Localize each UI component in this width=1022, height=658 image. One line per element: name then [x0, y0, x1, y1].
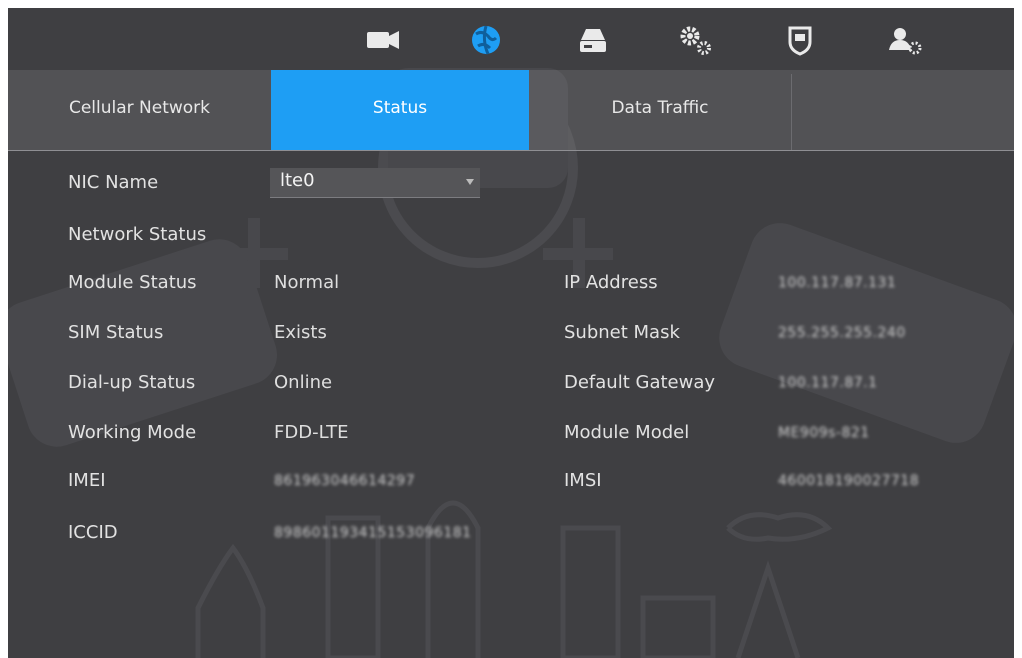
- imsi-label: IMSI: [564, 470, 602, 491]
- subnet-mask-label: Subnet Mask: [564, 322, 680, 343]
- tab-cellular-network[interactable]: Cellular Network: [8, 70, 271, 150]
- working-mode-label: Working Mode: [68, 422, 197, 443]
- nic-name-label: NIC Name: [68, 172, 159, 193]
- ip-address-label: IP Address: [564, 272, 658, 293]
- module-model-value: ME909s-821: [778, 425, 870, 441]
- tab-data-traffic[interactable]: Data Traffic: [529, 70, 791, 150]
- dial-up-status-label: Dial-up Status: [68, 372, 196, 393]
- account-settings-icon[interactable]: [885, 22, 925, 58]
- network-icon[interactable]: [466, 22, 506, 58]
- dial-up-status-value: Online: [274, 372, 333, 393]
- network-status-heading: Network Status: [68, 224, 207, 245]
- system-settings-icon[interactable]: [676, 22, 716, 58]
- chevron-down-icon: [466, 179, 474, 185]
- iccid-value: 898601193415153096181: [274, 525, 472, 541]
- ip-address-value: 100.117.87.131: [778, 275, 897, 291]
- nic-name-value: lte0: [280, 170, 315, 191]
- default-gateway-label: Default Gateway: [564, 372, 716, 393]
- tab-status[interactable]: Status: [271, 70, 529, 150]
- imei-value: 861963046614297: [274, 473, 416, 489]
- default-gateway-value: 100.117.87.1: [778, 375, 878, 391]
- security-shield-icon[interactable]: [780, 22, 820, 58]
- imsi-value: 460018190027718: [778, 473, 920, 489]
- iccid-label: ICCID: [68, 522, 118, 543]
- working-mode-value: FDD-LTE: [274, 422, 349, 443]
- sim-status-label: SIM Status: [68, 322, 164, 343]
- tab-divider: [791, 74, 792, 150]
- sim-status-value: Exists: [274, 322, 327, 343]
- imei-label: IMEI: [68, 470, 106, 491]
- storage-icon[interactable]: [573, 22, 613, 58]
- module-status-value: Normal: [274, 272, 340, 293]
- nic-name-select[interactable]: lte0: [270, 168, 480, 198]
- tab-bar: Cellular Network Status Data Traffic: [8, 70, 1014, 151]
- subnet-mask-value: 255.255.255.240: [778, 325, 906, 341]
- module-status-label: Module Status: [68, 272, 197, 293]
- camera-icon[interactable]: [363, 22, 403, 58]
- network-status-screen: Cellular Network Status Data Traffic NIC…: [8, 8, 1014, 658]
- module-model-label: Module Model: [564, 422, 690, 443]
- top-icon-bar: [8, 8, 1014, 70]
